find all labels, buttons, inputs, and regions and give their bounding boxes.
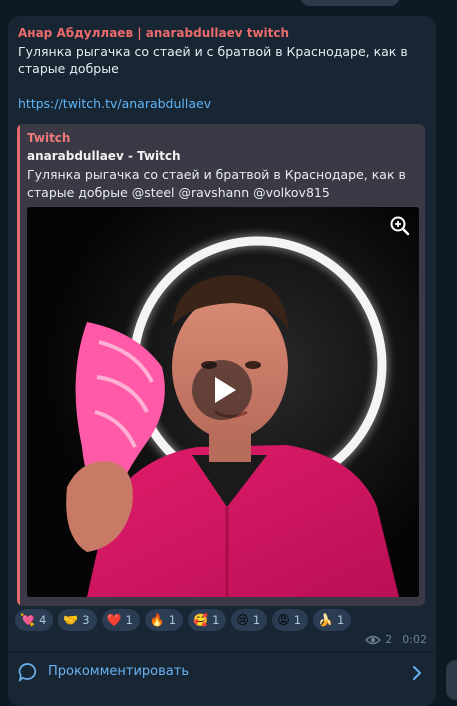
handshake-icon: 🤝 — [63, 613, 79, 627]
reactions-bar: 💘 4 🤝 3 ❤️ 1 🔥 1 🥰 1 😢 1 😡 1 🍌 1 — [15, 609, 352, 631]
reaction-count: 1 — [125, 613, 133, 627]
reaction-heart[interactable]: ❤️ 1 — [101, 609, 140, 631]
chevron-right-icon — [413, 666, 421, 680]
preview-video-thumbnail[interactable] — [27, 207, 419, 597]
reaction-banana[interactable]: 🍌 1 — [313, 609, 352, 631]
preview-title: anarabdullaev - Twitch — [27, 149, 181, 163]
message-time: 0:02 — [402, 633, 427, 646]
reaction-heart-arrow[interactable]: 💘 4 — [15, 609, 54, 631]
reaction-count: 4 — [38, 613, 47, 627]
comment-button[interactable]: Прокомментировать — [8, 653, 436, 693]
reaction-count: 1 — [252, 613, 261, 627]
reaction-count: 1 — [337, 613, 345, 627]
fire-icon: 🔥 — [149, 613, 165, 627]
message-meta: 2 0:02 — [365, 633, 427, 646]
heart-arrow-icon: 💘 — [20, 613, 35, 627]
preview-description: Гулянка рыгачка со стаей и братвой в Кра… — [27, 167, 406, 200]
eye-icon — [365, 635, 382, 644]
comment-bubble-icon — [18, 663, 37, 682]
reaction-crying[interactable]: 😢 1 — [231, 609, 268, 631]
play-icon — [215, 377, 236, 403]
reaction-count: 1 — [293, 613, 302, 627]
views-count: 2 — [385, 633, 393, 646]
crying-face-icon: 😢 — [236, 613, 249, 627]
message-link[interactable]: https://twitch.tv/anarabdullaev — [18, 96, 211, 111]
reaction-fire[interactable]: 🔥 1 — [144, 609, 184, 631]
smiling-hearts-icon: 🥰 — [193, 613, 209, 627]
reaction-count: 3 — [82, 613, 90, 627]
message-text: Гулянка рыгачка со стаей и с братвой в К… — [18, 44, 408, 76]
zoom-in-icon — [390, 216, 410, 236]
play-button[interactable] — [192, 360, 252, 420]
reaction-count: 1 — [168, 613, 177, 627]
scroll-down-button[interactable] — [446, 660, 457, 700]
preview-accent-bar — [17, 124, 20, 606]
reaction-angry[interactable]: 😡 1 — [272, 609, 309, 631]
reaction-smiling-hearts[interactable]: 🥰 1 — [188, 609, 227, 631]
banana-icon: 🍌 — [318, 613, 334, 627]
zoom-button[interactable] — [387, 213, 413, 239]
angry-face-icon: 😡 — [277, 613, 290, 627]
date-pill — [300, 0, 400, 6]
comment-label: Прокомментировать — [48, 664, 189, 679]
reaction-count: 1 — [212, 613, 220, 627]
heart-icon: ❤️ — [106, 613, 122, 627]
link-preview[interactable]: Twitch anarabdullaev - Twitch Гулянка ры… — [17, 124, 425, 606]
preview-site-name: Twitch — [27, 131, 71, 145]
sender-name[interactable]: Анар Абдуллаев | anarabdullaev twitch — [18, 26, 289, 40]
reaction-handshake[interactable]: 🤝 3 — [58, 609, 97, 631]
